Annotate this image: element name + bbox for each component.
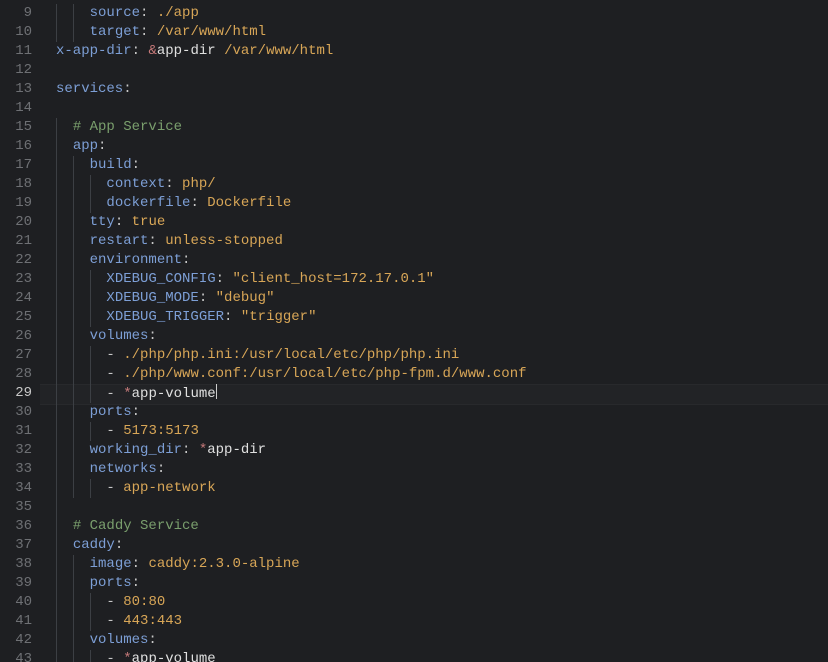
code-line[interactable]: context: php/: [40, 175, 828, 194]
line-number: 38: [0, 555, 40, 574]
code-line[interactable]: - *app-volume: [40, 650, 828, 662]
code-line[interactable]: - 5173:5173: [40, 422, 828, 441]
line-number: 16: [0, 137, 40, 156]
line-number: 21: [0, 232, 40, 251]
line-number: 9: [0, 4, 40, 23]
line-number: 14: [0, 99, 40, 118]
line-number: 39: [0, 574, 40, 593]
code-line[interactable]: [40, 61, 828, 80]
line-number: 19: [0, 194, 40, 213]
line-number: 12: [0, 61, 40, 80]
code-line[interactable]: services:: [40, 80, 828, 99]
code-line[interactable]: - app-network: [40, 479, 828, 498]
line-number: 31: [0, 422, 40, 441]
code-line[interactable]: app:: [40, 137, 828, 156]
code-line[interactable]: networks:: [40, 460, 828, 479]
code-line[interactable]: [40, 498, 828, 517]
line-number: 22: [0, 251, 40, 270]
line-number: 36: [0, 517, 40, 536]
code-line[interactable]: source: ./app: [40, 4, 828, 23]
code-line[interactable]: x-app-dir: &app-dir /var/www/html: [40, 42, 828, 61]
line-number: 25: [0, 308, 40, 327]
code-line[interactable]: XDEBUG_TRIGGER: "trigger": [40, 308, 828, 327]
code-line[interactable]: restart: unless-stopped: [40, 232, 828, 251]
line-number: 13: [0, 80, 40, 99]
line-number: 42: [0, 631, 40, 650]
code-line[interactable]: image: caddy:2.3.0-alpine: [40, 555, 828, 574]
code-line[interactable]: caddy:: [40, 536, 828, 555]
line-number: 24: [0, 289, 40, 308]
code-content[interactable]: source: ./app target: /var/www/htmlx-app…: [40, 0, 828, 662]
code-line[interactable]: - *app-volume: [40, 384, 828, 403]
line-number: 27: [0, 346, 40, 365]
line-number: 15: [0, 118, 40, 137]
current-line-highlight: [40, 384, 828, 405]
line-number: 43: [0, 650, 40, 662]
code-line[interactable]: # App Service: [40, 118, 828, 137]
code-line[interactable]: working_dir: *app-dir: [40, 441, 828, 460]
line-number: 33: [0, 460, 40, 479]
code-line[interactable]: - 443:443: [40, 612, 828, 631]
text-cursor: [216, 384, 217, 399]
line-number: 32: [0, 441, 40, 460]
line-number: 40: [0, 593, 40, 612]
line-number: 20: [0, 213, 40, 232]
code-line[interactable]: ports:: [40, 403, 828, 422]
code-editor[interactable]: 9101112131415161718192021222324252627282…: [0, 0, 828, 662]
line-number: 11: [0, 42, 40, 61]
line-number: 35: [0, 498, 40, 517]
code-line[interactable]: environment:: [40, 251, 828, 270]
code-line[interactable]: build:: [40, 156, 828, 175]
line-number: 26: [0, 327, 40, 346]
code-line[interactable]: ports:: [40, 574, 828, 593]
line-number-gutter: 9101112131415161718192021222324252627282…: [0, 0, 40, 662]
line-number: 23: [0, 270, 40, 289]
code-line[interactable]: [40, 99, 828, 118]
code-line[interactable]: - ./php/php.ini:/usr/local/etc/php/php.i…: [40, 346, 828, 365]
line-number: 30: [0, 403, 40, 422]
line-number: 41: [0, 612, 40, 631]
code-line[interactable]: XDEBUG_CONFIG: "client_host=172.17.0.1": [40, 270, 828, 289]
code-line[interactable]: dockerfile: Dockerfile: [40, 194, 828, 213]
line-number: 29: [0, 384, 40, 403]
line-number: 17: [0, 156, 40, 175]
code-line[interactable]: target: /var/www/html: [40, 23, 828, 42]
line-number: 28: [0, 365, 40, 384]
line-number: 10: [0, 23, 40, 42]
line-number: 37: [0, 536, 40, 555]
code-line[interactable]: XDEBUG_MODE: "debug": [40, 289, 828, 308]
line-number: 34: [0, 479, 40, 498]
line-number: 18: [0, 175, 40, 194]
code-line[interactable]: - ./php/www.conf:/usr/local/etc/php-fpm.…: [40, 365, 828, 384]
code-line[interactable]: tty: true: [40, 213, 828, 232]
code-line[interactable]: - 80:80: [40, 593, 828, 612]
code-line[interactable]: volumes:: [40, 327, 828, 346]
code-line[interactable]: volumes:: [40, 631, 828, 650]
code-line[interactable]: # Caddy Service: [40, 517, 828, 536]
